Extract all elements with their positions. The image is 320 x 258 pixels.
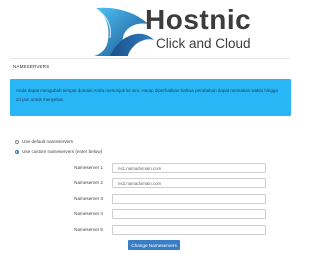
nameserver-row-5: Nameserver 5 xyxy=(0,225,300,236)
nameserver-3-label: Nameserver 3 xyxy=(74,196,103,201)
nameservers-page: Hostnic Click and Cloud NAMESERVERS Anda… xyxy=(0,0,300,258)
section-title: NAMESERVERS xyxy=(13,64,50,69)
nameserver-row-1: Nameserver 1 xyxy=(0,163,300,174)
nameserver-2-label: Nameserver 2 xyxy=(74,180,103,185)
default-nameservers-radio[interactable] xyxy=(15,139,19,144)
nameserver-3-input[interactable] xyxy=(112,194,266,204)
custom-nameservers-radio[interactable] xyxy=(15,149,19,154)
nameserver-1-input[interactable] xyxy=(112,163,266,173)
nameserver-row-4: Nameserver 4 xyxy=(0,209,300,220)
info-alert: Anda dapat mengubah tempat domain Anda m… xyxy=(10,79,291,116)
nameserver-4-input[interactable] xyxy=(112,209,266,219)
nameserver-1-label: Nameserver 1 xyxy=(74,165,103,170)
brand-name: Hostnic xyxy=(145,4,252,35)
nameserver-4-label: Nameserver 4 xyxy=(74,211,103,216)
nameserver-row-3: Nameserver 3 xyxy=(0,194,300,205)
alert-text-line-1: Anda dapat mengubah tempat domain Anda m… xyxy=(16,88,278,93)
default-nameservers-option[interactable]: Use default nameservers xyxy=(15,139,73,144)
change-nameservers-button[interactable]: Change Nameservers xyxy=(128,240,180,250)
alert-text-line-2: 24 jam untuk menyebar. xyxy=(16,96,65,102)
custom-nameservers-label: Use custom nameservers (enter below) xyxy=(22,149,103,154)
custom-nameservers-option[interactable]: Use custom nameservers (enter below) xyxy=(15,149,102,154)
nameserver-row-2: Nameserver 2 xyxy=(0,178,300,189)
nameserver-2-input[interactable] xyxy=(112,178,266,188)
default-nameservers-label: Use default nameservers xyxy=(22,139,74,144)
brand-logo: Hostnic Click and Cloud xyxy=(88,4,293,56)
brand-tagline: Click and Cloud xyxy=(156,36,251,51)
nameserver-5-input[interactable] xyxy=(112,225,266,235)
nameserver-5-label: Nameserver 5 xyxy=(74,227,103,232)
header-divider xyxy=(10,58,290,59)
